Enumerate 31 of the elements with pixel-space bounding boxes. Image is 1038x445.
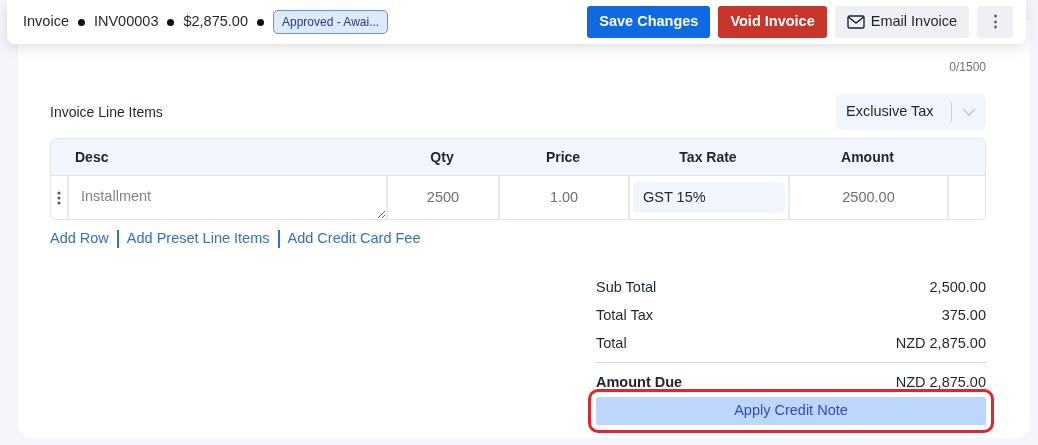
amount-cell: 2500.00 (788, 176, 947, 219)
action-link[interactable]: Add Credit Card Fee (287, 228, 421, 250)
total-label: Sub Total (596, 277, 657, 297)
column-header: Tax Rate (678, 147, 738, 167)
section-title: Invoice Line Items (50, 102, 163, 122)
breadcrumb-text: $2,875.00 (183, 12, 248, 32)
column-header: Desc (74, 147, 110, 167)
status-badge: Approved - Awai... (272, 10, 389, 34)
column-header: Amount (840, 147, 895, 167)
price-cell[interactable]: 1.00 (498, 176, 628, 219)
more-options-button[interactable]: ⋮ (977, 6, 1013, 38)
character-counter: 0/1500 (948, 59, 986, 76)
total-value: 375.00 (941, 305, 986, 325)
save-button[interactable]: Save Changes (587, 6, 711, 38)
total-label: Total Tax (596, 305, 653, 325)
email-button[interactable]: Email Invoice (834, 6, 969, 38)
column-header: Price (544, 147, 582, 167)
quantity-cell[interactable]: 2500 (386, 176, 498, 219)
total-label: Total (596, 333, 627, 353)
total-value: NZD 2,875.00 (895, 333, 986, 353)
breadcrumb-text: Invoice (23, 12, 69, 32)
void-button[interactable]: Void Invoice (718, 6, 827, 38)
column-header: Qty (429, 147, 455, 167)
total-value: NZD 2,875.00 (895, 372, 986, 392)
tax-rate-select[interactable]: GST 15% (633, 182, 785, 213)
tax-mode-select[interactable]: Exclusive Tax (836, 94, 986, 130)
total-label: Amount Due (596, 372, 683, 392)
action-link[interactable]: Add Preset Line Items (126, 228, 270, 250)
action-link[interactable]: Add Row (50, 228, 109, 250)
breadcrumb-text: INV00003 (93, 12, 159, 32)
total-value: 2,500.00 (929, 277, 986, 297)
